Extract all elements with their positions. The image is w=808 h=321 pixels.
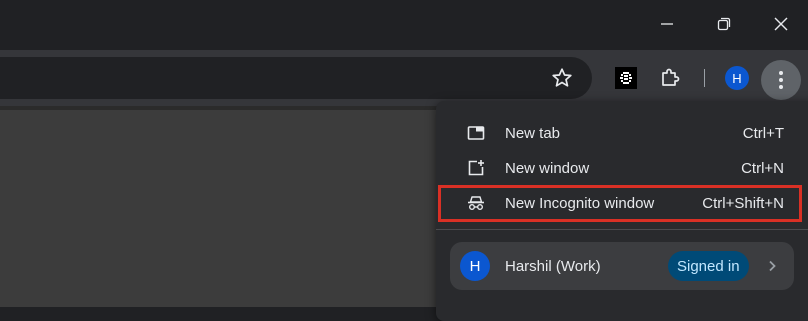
title-bar <box>0 0 808 50</box>
restore-button[interactable] <box>695 0 753 48</box>
menu-divider <box>436 229 808 230</box>
puzzle-icon <box>662 68 680 86</box>
minimize-button[interactable] <box>638 0 696 48</box>
menu-item-shortcut: Ctrl+T <box>742 125 784 142</box>
avatar: H <box>725 66 749 90</box>
minimize-icon <box>661 23 673 25</box>
chrome-menu-button[interactable] <box>761 60 801 100</box>
toolbar-divider <box>704 69 705 87</box>
qr-extension-icon <box>615 67 637 89</box>
profile-name: Harshil (Work) <box>505 257 601 275</box>
star-icon[interactable] <box>550 66 574 90</box>
extensions-button[interactable] <box>656 64 684 92</box>
profile-button[interactable]: H <box>723 64 751 92</box>
menu-item-new-tab[interactable]: New tab Ctrl+T <box>436 116 808 151</box>
profile-row[interactable]: H Harshil (Work) Signed in <box>450 242 794 290</box>
close-icon <box>774 17 788 31</box>
close-button[interactable] <box>752 0 808 48</box>
chevron-right-icon <box>769 260 776 272</box>
menu-item-label: New tab <box>505 125 561 142</box>
avatar: H <box>460 251 490 281</box>
address-bar[interactable] <box>0 57 592 99</box>
browser-toolbar: H <box>0 50 808 106</box>
three-dot-menu-icon <box>779 71 783 89</box>
signed-in-badge: Signed in <box>668 251 749 281</box>
new-window-icon <box>466 158 486 178</box>
menu-item-new-window[interactable]: New window Ctrl+N <box>436 151 808 186</box>
new-tab-icon <box>466 123 486 143</box>
qr-extension-button[interactable] <box>612 64 640 92</box>
menu-item-label: New window <box>505 160 590 177</box>
menu-item-shortcut: Ctrl+N <box>741 160 784 177</box>
highlight-box <box>438 185 802 222</box>
restore-icon <box>717 17 731 31</box>
